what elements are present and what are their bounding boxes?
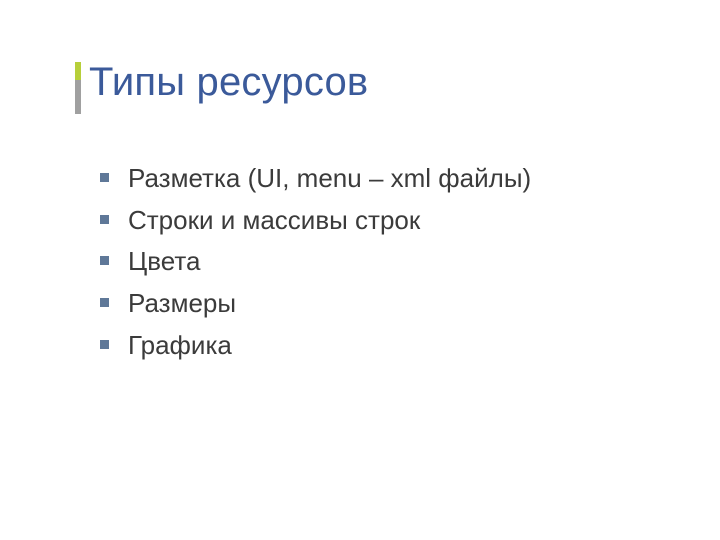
- list-item: Графика: [100, 327, 660, 365]
- list-item: Строки и массивы строк: [100, 202, 660, 240]
- title-block: Типы ресурсов: [75, 60, 660, 120]
- slide-body: Разметка (UI, menu – xml файлы) Строки и…: [100, 160, 660, 368]
- list-item: Разметка (UI, menu – xml файлы): [100, 160, 660, 198]
- title-accent-bar: [75, 62, 81, 114]
- list-item: Размеры: [100, 285, 660, 323]
- bullet-list: Разметка (UI, menu – xml файлы) Строки и…: [100, 160, 660, 364]
- slide-title: Типы ресурсов: [89, 60, 368, 104]
- slide: Типы ресурсов Разметка (UI, menu – xml ф…: [0, 0, 720, 540]
- list-item: Цвета: [100, 243, 660, 281]
